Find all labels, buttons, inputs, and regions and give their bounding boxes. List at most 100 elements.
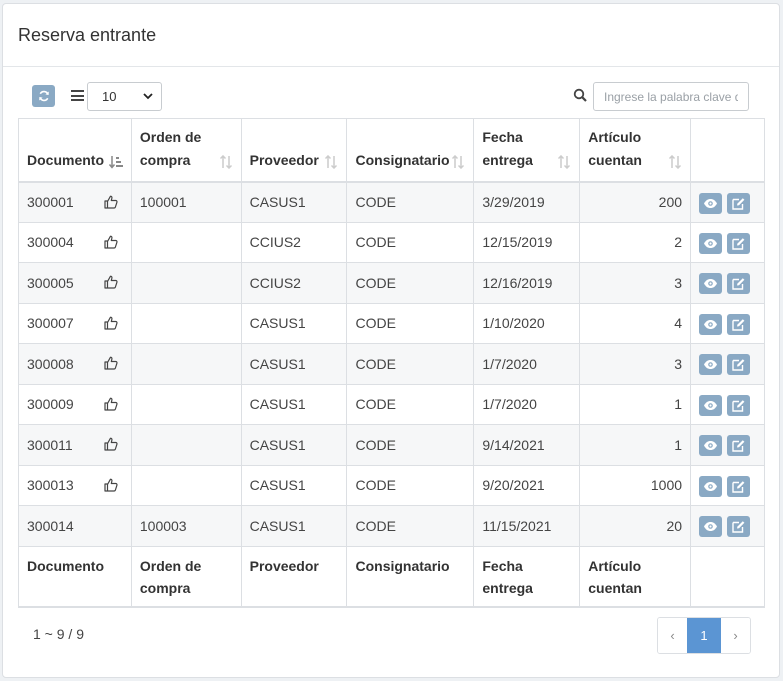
refresh-icon <box>38 90 49 102</box>
search-input[interactable] <box>593 82 749 111</box>
column-header-purchase-order[interactable]: Orden de compra <box>130 118 242 183</box>
view-button[interactable] <box>699 394 723 416</box>
edit-button[interactable] <box>726 475 750 497</box>
view-button[interactable] <box>699 475 723 497</box>
cell-actions <box>690 464 765 506</box>
pagination-summary: 1 ~ 9 / 9 <box>33 626 84 642</box>
column-header-actions <box>690 118 765 183</box>
edit-button[interactable] <box>726 273 750 295</box>
edit-icon <box>732 197 745 210</box>
cell-delivery-date: 1/10/2020 <box>473 302 581 344</box>
cell-document: 300001 <box>18 181 132 223</box>
table-row[interactable]: 300011 CASUS1 CODE 9/14/2021 1 <box>18 424 765 466</box>
eye-icon <box>704 360 718 370</box>
view-button[interactable] <box>699 192 723 214</box>
view-button[interactable] <box>699 313 723 335</box>
column-header-label: Proveedor <box>249 151 319 168</box>
eye-icon <box>704 279 718 289</box>
pagination: ‹ 1 › <box>657 617 751 654</box>
view-button[interactable] <box>699 516 723 538</box>
cell-supplier: CASUS1 <box>240 181 348 223</box>
thumbs-up-icon[interactable] <box>104 316 118 330</box>
column-header-supplier[interactable]: Proveedor <box>240 118 348 183</box>
page-size-value: 10 <box>102 89 117 104</box>
eye-icon <box>704 400 718 410</box>
table-row[interactable]: 300005 CCIUS2 CODE 12/16/2019 3 <box>18 262 765 304</box>
column-header-delivery-date[interactable]: Fecha entrega <box>473 118 581 183</box>
column-header-consignee[interactable]: Consignatario <box>346 118 475 183</box>
cell-document: 300009 <box>18 383 132 425</box>
cell-item-count: 1 <box>579 383 692 425</box>
previous-page-button[interactable]: ‹ <box>658 618 687 653</box>
cell-actions <box>690 383 765 425</box>
thumbs-up-icon[interactable] <box>104 437 118 451</box>
table-body: 300001 100001 CASUS1 CODE 3/29/2019 200 30000… <box>18 181 765 547</box>
page-size-select[interactable]: 10 <box>87 82 162 111</box>
inbound-reservation-panel: Reserva entrante 10 Ingrese la palabra c… <box>2 3 780 678</box>
edit-button[interactable] <box>726 435 750 457</box>
table-row[interactable]: 300007 CASUS1 CODE 1/10/2020 4 <box>18 302 765 344</box>
cell-purchase-order <box>130 424 242 466</box>
cell-item-count: 200 <box>579 181 692 223</box>
view-button[interactable] <box>699 354 723 376</box>
sort-icon <box>558 154 571 169</box>
table-row[interactable]: 300013 CASUS1 CODE 9/20/2021 1000 <box>18 464 765 506</box>
table-row[interactable]: 300008 CASUS1 CODE 1/7/2020 3 <box>18 343 765 385</box>
edit-button[interactable] <box>726 192 750 214</box>
cell-purchase-order <box>130 302 242 344</box>
page-button-current[interactable]: 1 <box>687 618 721 653</box>
column-header-label: Consignatario <box>355 151 450 168</box>
view-button[interactable] <box>699 273 723 295</box>
view-button[interactable] <box>699 435 723 457</box>
cell-delivery-date: 1/7/2020 <box>473 343 581 385</box>
thumbs-up-icon[interactable] <box>104 478 118 492</box>
cell-consignee: CODE <box>346 383 475 425</box>
document-number: 300008 <box>27 355 74 372</box>
table-row[interactable]: 300009 CASUS1 CODE 1/7/2020 1 <box>18 383 765 425</box>
thumbs-up-icon[interactable] <box>104 275 118 289</box>
cell-item-count: 2 <box>579 221 692 263</box>
edit-button[interactable] <box>726 313 750 335</box>
edit-button[interactable] <box>726 354 750 376</box>
column-header-label: Orden de compra <box>139 128 202 168</box>
eye-icon <box>704 481 718 491</box>
cell-purchase-order <box>130 383 242 425</box>
thumbs-up-icon[interactable] <box>104 235 118 249</box>
edit-icon <box>732 480 745 493</box>
refresh-button[interactable] <box>32 85 55 107</box>
cell-consignee: CODE <box>346 464 475 506</box>
cell-consignee: CODE <box>346 343 475 385</box>
cell-document: 300007 <box>18 302 132 344</box>
cell-consignee: CODE <box>346 221 475 263</box>
document-number: 300001 <box>27 194 74 210</box>
edit-icon <box>732 399 745 412</box>
thumbs-up-icon[interactable] <box>104 356 118 370</box>
cell-supplier: CASUS1 <box>240 302 348 344</box>
thumbs-up-icon[interactable] <box>104 195 118 209</box>
cell-actions <box>690 181 765 223</box>
cell-consignee: CODE <box>346 302 475 344</box>
cell-supplier: CASUS1 <box>240 505 348 547</box>
edit-button[interactable] <box>726 516 750 538</box>
search-icon <box>573 88 587 102</box>
sort-icon <box>219 154 232 169</box>
document-number: 300014 <box>27 517 74 534</box>
eye-icon <box>704 198 718 208</box>
cell-document: 300013 <box>18 464 132 506</box>
edit-button[interactable] <box>726 394 750 416</box>
edit-button[interactable] <box>726 232 750 254</box>
reservations-table: Documento Orden de compra Proveedor Cons… <box>18 118 765 608</box>
view-button[interactable] <box>699 232 723 254</box>
column-header-label: Fecha entrega <box>482 128 533 168</box>
column-header-item-count[interactable]: Artículo cuentan <box>579 118 692 183</box>
footer-item-count: Artículo cuentan <box>579 545 692 608</box>
table-row[interactable]: 300014 100003 CASUS1 CODE 11/15/2021 20 <box>18 505 765 547</box>
thumbs-up-icon[interactable] <box>104 397 118 411</box>
next-page-button[interactable]: › <box>721 618 750 653</box>
cell-supplier: CASUS1 <box>240 383 348 425</box>
table-row[interactable]: 300004 CCIUS2 CODE 12/15/2019 2 <box>18 221 765 263</box>
footer-consignee: Consignatario <box>346 545 475 608</box>
edit-icon <box>732 521 745 533</box>
table-row[interactable]: 300001 100001 CASUS1 CODE 3/29/2019 200 <box>18 181 765 223</box>
column-header-document[interactable]: Documento <box>18 118 132 183</box>
